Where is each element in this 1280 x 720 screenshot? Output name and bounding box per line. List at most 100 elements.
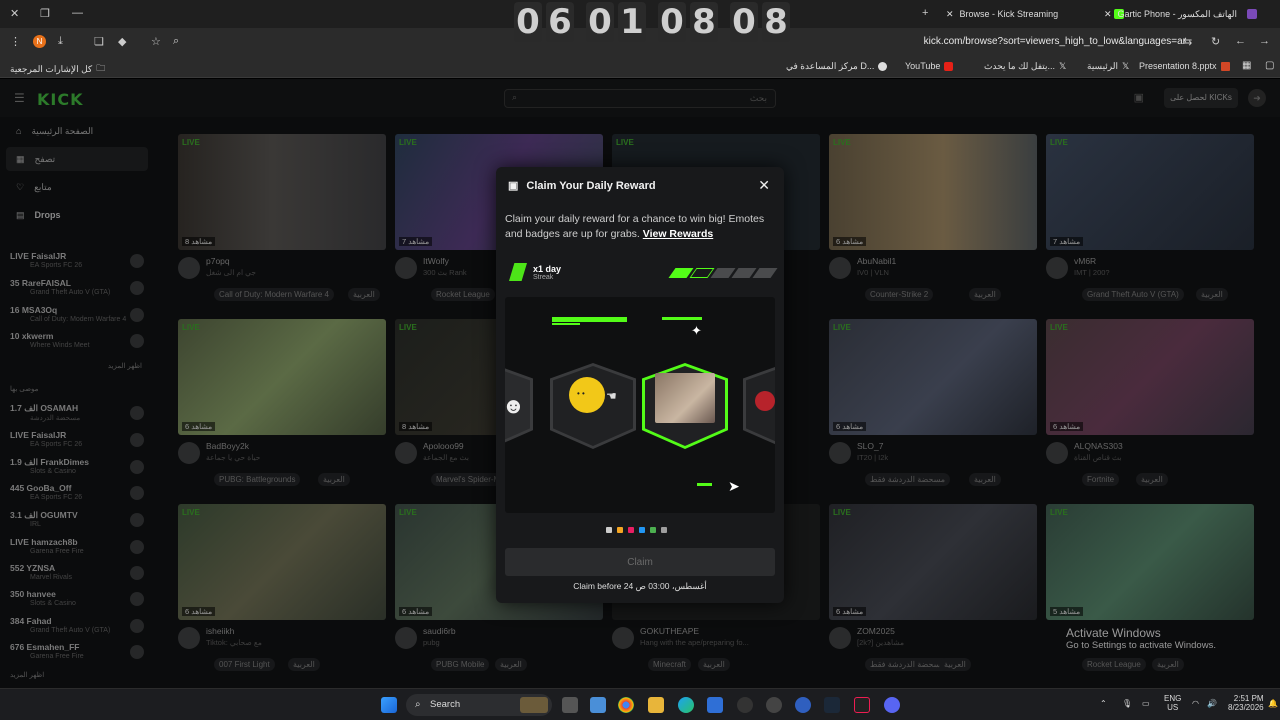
arrow-icon[interactable]: ➜ xyxy=(1248,89,1266,107)
discord-icon[interactable] xyxy=(884,697,900,713)
category-tag[interactable]: PUBG: Battlegrounds xyxy=(214,473,301,486)
wifi-icon[interactable]: ◠ xyxy=(1192,699,1199,708)
language-tag[interactable]: العربية xyxy=(698,658,730,671)
stream-title[interactable]: pubg xyxy=(423,638,603,647)
stream-title[interactable]: [2k?] مشاهدين xyxy=(857,638,1037,647)
sidebar-item-home[interactable]: ⌂ الصفحة الرئيسية xyxy=(6,119,148,143)
bookmark-presentation[interactable]: Presentation 8.pptx xyxy=(1139,61,1230,71)
volume-icon[interactable]: 🔊 xyxy=(1207,699,1217,708)
category-tag[interactable]: Rocket League xyxy=(431,288,495,301)
language-tag[interactable]: العربية xyxy=(939,658,971,671)
bookmark-x[interactable]: يتفل لك ما يحدث... 𝕏 xyxy=(984,61,1066,72)
tray-chevron-icon[interactable]: ⌃ xyxy=(1100,699,1107,708)
category-tag[interactable]: Minecraft xyxy=(648,658,691,671)
tab-search-icon[interactable]: ▦ xyxy=(1242,60,1251,71)
clock[interactable]: 2:51 PM 8/23/2026 xyxy=(1228,694,1264,712)
avatar[interactable] xyxy=(178,257,200,279)
channel-name[interactable]: vM6R xyxy=(1074,256,1096,266)
sidebar-channel[interactable]: 350 hanvee Slots & Casino xyxy=(10,589,144,615)
channel-name[interactable]: BadBoyy2k xyxy=(206,441,249,451)
clipboard-icon[interactable]: ▭ xyxy=(1142,699,1150,708)
widget-icon[interactable] xyxy=(520,697,548,713)
bookmark-home[interactable]: الرئيسية 𝕏 xyxy=(1087,61,1129,72)
sidebar-item-drops[interactable]: ▤ Drops xyxy=(6,203,148,227)
settings-icon[interactable] xyxy=(766,697,782,713)
stream-title[interactable]: IT20 | I2k xyxy=(857,453,1037,462)
avatar[interactable] xyxy=(178,627,200,649)
channel-name[interactable]: Apolooo99 xyxy=(423,441,464,451)
minimize-window-icon[interactable]: — xyxy=(72,7,83,19)
stream-thumbnail[interactable]: LIVE 6 مشاهد xyxy=(178,504,386,620)
sidebar-channel[interactable]: LIVE FaisalJR EA Sports FC 26 xyxy=(10,251,144,277)
language-tag[interactable]: العربية xyxy=(1152,658,1184,671)
stream-title[interactable]: Hang with the ape/preparing fo... xyxy=(640,638,820,647)
channel-name[interactable]: saudi6rb xyxy=(423,626,456,636)
category-tag[interactable]: Counter-Strike 2 xyxy=(865,288,934,301)
language-indicator[interactable]: ENG US xyxy=(1164,694,1181,712)
kick-logo[interactable]: KICK xyxy=(37,90,84,109)
sidebar-channel[interactable]: 1.9 الف FrankDimes Slots & Casino xyxy=(10,457,144,483)
close-tab-icon[interactable]: ✕ xyxy=(1104,9,1112,20)
avatar[interactable] xyxy=(1046,257,1068,279)
bookmark-star-icon[interactable]: ☆ xyxy=(151,35,161,48)
tab-gartic[interactable]: ✕ Gartic Phone - الهاتف المكسور xyxy=(1104,4,1257,24)
sidebar-channel[interactable]: 16 MSA3Oq Call of Duty: Modern Warfare 4 xyxy=(10,305,144,331)
avatar[interactable] xyxy=(1046,442,1068,464)
close-tab-icon[interactable]: ✕ xyxy=(946,9,954,20)
close-icon[interactable]: ✕ xyxy=(758,177,770,194)
download-icon[interactable]: ⤓ xyxy=(58,35,63,48)
avatar[interactable] xyxy=(829,627,851,649)
language-tag[interactable]: العربية xyxy=(495,658,527,671)
zoom-icon[interactable]: ⌕ xyxy=(173,35,179,48)
bookmark-help[interactable]: مركز المساعدة في D... xyxy=(786,61,888,72)
file-explorer-icon[interactable] xyxy=(648,697,664,713)
sidebar-channel[interactable]: 384 Fahad Grand Theft Auto V (GTA) xyxy=(10,616,144,642)
notification-icon[interactable]: 🔔 xyxy=(1268,699,1278,708)
sidebar-channel[interactable]: 10 xkwerm Where Winds Meet xyxy=(10,331,144,357)
stream-title[interactable]: حياة حي يا جماعة xyxy=(206,453,386,462)
category-tag[interactable]: PUBG Mobile xyxy=(431,658,490,671)
avatar[interactable] xyxy=(829,442,851,464)
forward-icon[interactable]: ← xyxy=(1235,35,1246,47)
vpn-icon[interactable] xyxy=(795,697,811,713)
stream-thumbnail[interactable]: LIVE 6 مشاهد xyxy=(1046,319,1254,435)
category-tag[interactable]: 007 First Light xyxy=(214,658,275,671)
category-tag[interactable]: Call of Duty: Modern Warfare 4 xyxy=(214,288,334,301)
stream-title[interactable]: Tiktok: مع صحابي xyxy=(206,638,386,647)
mail-icon[interactable] xyxy=(707,697,723,713)
microphone-icon[interactable]: 🎙 xyxy=(1122,699,1132,708)
tab-kick[interactable]: ✕ Browse - Kick Streaming xyxy=(946,4,1125,24)
category-tag[interactable]: Fortnite xyxy=(1082,473,1120,486)
stream-thumbnail[interactable]: LIVE 8 مشاهد xyxy=(178,134,386,250)
category-tag[interactable]: مسحضة الدردشة فقط xyxy=(865,658,950,671)
stream-thumbnail[interactable]: LIVE 6 مشاهد xyxy=(829,134,1037,250)
stream-thumbnail[interactable]: LIVE 6 مشاهد xyxy=(178,319,386,435)
show-more-link[interactable]: اظهر المزيد xyxy=(108,362,142,370)
back-icon[interactable]: → xyxy=(1259,35,1270,47)
avatar[interactable] xyxy=(395,627,417,649)
start-icon[interactable] xyxy=(381,697,397,713)
category-tag[interactable]: مسحضة الدردشة فقط xyxy=(865,473,950,486)
language-tag[interactable]: العربية xyxy=(969,473,1001,486)
sidebar-channel[interactable]: 676 Esmahen_FF Garena Free Fire xyxy=(10,642,144,668)
channel-name[interactable]: ALQNAS303 xyxy=(1074,441,1123,451)
language-tag[interactable]: العربية xyxy=(318,473,350,486)
close-window-icon[interactable]: ✕ xyxy=(10,7,19,20)
stream-title[interactable]: بث قناص القناة xyxy=(1074,453,1254,462)
all-bookmarks[interactable]: كل الإشارات المرجعية 🗀 xyxy=(10,61,105,77)
new-tab-icon[interactable]: + xyxy=(922,7,928,19)
stream-title[interactable]: IV0 | VLN xyxy=(857,268,1037,277)
sidebar-item-browse[interactable]: ▦ تصفح xyxy=(6,147,148,171)
channel-name[interactable]: p7opq xyxy=(206,256,230,266)
claim-button[interactable]: Claim xyxy=(505,548,775,576)
hamburger-icon[interactable]: ☰ xyxy=(14,91,25,105)
get-kicks-button[interactable]: لحصل على KICKs xyxy=(1164,88,1238,108)
url-field[interactable]: kick.com/browse?sort=viewers_high_to_low… xyxy=(924,36,1186,47)
sidebar-item-following[interactable]: ♡ متابع xyxy=(6,175,148,199)
channel-name[interactable]: AbuNabil1 xyxy=(857,256,896,266)
sidebar-channel[interactable]: 35 RareFAISAL Grand Theft Auto V (GTA) xyxy=(10,278,144,304)
chatgpt-icon[interactable] xyxy=(737,697,753,713)
language-tag[interactable]: العربية xyxy=(969,288,1001,301)
tiktok-icon[interactable] xyxy=(854,697,870,713)
stream-thumbnail[interactable]: LIVE 6 مشاهد xyxy=(829,319,1037,435)
